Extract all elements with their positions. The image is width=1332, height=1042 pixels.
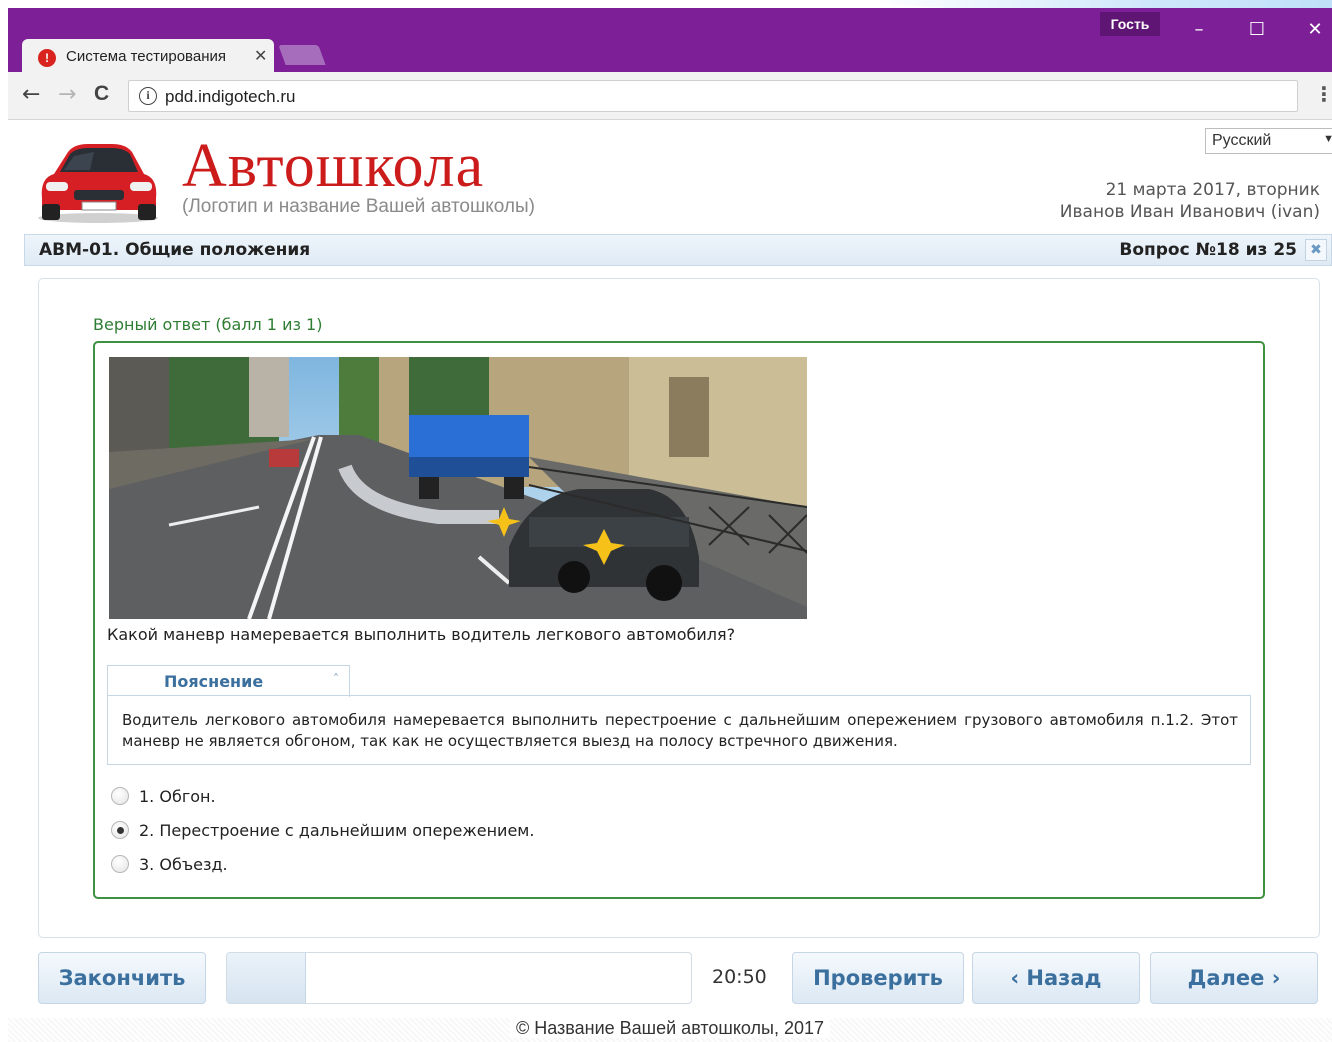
check-button[interactable]: Проверить (792, 952, 964, 1004)
answer-option-label: 3. Объезд. (139, 855, 228, 874)
site-info-icon[interactable]: i (139, 87, 157, 105)
radio-button-selected[interactable] (111, 820, 129, 839)
tab-close-icon[interactable]: ✕ (254, 46, 267, 65)
brand-title: Автошкола (182, 132, 485, 200)
car-logo-icon (38, 144, 158, 223)
close-test-icon[interactable]: ✖ (1305, 239, 1327, 261)
minimize-button[interactable]: – (1184, 18, 1214, 42)
dropdown-arrow-icon: ▼ (1323, 133, 1332, 145)
next-button[interactable]: Далее › (1150, 952, 1318, 1004)
finish-button[interactable]: Закончить (38, 952, 206, 1004)
current-date: 21 марта 2017, вторник (1105, 180, 1320, 200)
progress-bar (226, 952, 692, 1004)
answer-option-1[interactable]: 1. Обгон. (111, 786, 216, 807)
back-arrow-icon[interactable]: ← (22, 82, 40, 107)
question-text: Какой маневр намеревается выполнить води… (107, 625, 736, 644)
address-bar[interactable]: i pdd.indigotech.ru (128, 80, 1298, 112)
question-header-bar: АВМ-01. Общие положения Вопрос №18 из 25… (24, 234, 1332, 266)
maximize-button[interactable]: ☐ (1242, 18, 1272, 42)
forward-arrow-icon[interactable]: → (58, 82, 76, 107)
user-name: Иванов Иван Иванович (ivan) (1059, 202, 1320, 222)
answer-option-3[interactable]: 3. Объезд. (111, 854, 228, 875)
close-window-button[interactable]: ✕ (1300, 18, 1330, 42)
chevron-up-icon: ˄ (333, 672, 339, 686)
guest-profile-badge[interactable]: Гость (1100, 12, 1160, 36)
question-counter: Вопрос №18 из 25 (1119, 240, 1297, 260)
explanation-title: Пояснение (164, 672, 264, 691)
explanation-text: Водитель легкового автомобиля намеревает… (122, 711, 1238, 750)
answer-option-label: 1. Обгон. (139, 787, 216, 806)
language-value: Русский (1212, 132, 1272, 149)
tab-title: Система тестирования (66, 48, 226, 65)
result-status: Верный ответ (балл 1 из 1) (93, 315, 323, 334)
answer-option-label: 2. Перестроение с дальнейшим опережением… (139, 821, 535, 840)
new-tab-button[interactable] (278, 45, 326, 65)
browser-toolbar: ← → C i pdd.indigotech.ru ⋮ (8, 72, 1332, 120)
back-button[interactable]: ‹ Назад (972, 952, 1140, 1004)
answer-box: Какой маневр намеревается выполнить води… (93, 341, 1265, 899)
warning-icon: ! (38, 49, 56, 67)
explanation-body: Водитель легкового автомобиля намеревает… (107, 695, 1251, 765)
timer: 20:50 (712, 966, 767, 988)
question-panel: Верный ответ (балл 1 из 1) Какой маневр … (38, 278, 1320, 938)
brand-subtitle: (Логотип и название Вашей автошколы) (182, 196, 535, 217)
answer-option-2[interactable]: 2. Перестроение с дальнейшим опережением… (111, 820, 535, 841)
browser-menu-icon[interactable]: ⋮ (1314, 82, 1332, 106)
traffic-scene-image (109, 357, 807, 619)
browser-tab[interactable]: ! Система тестирования ✕ (22, 39, 274, 73)
footer-copyright: © Название Вашей автошколы, 2017 (509, 1018, 831, 1038)
browser-window: ! Система тестирования ✕ Гость – ☐ ✕ ← →… (8, 8, 1332, 1042)
reload-icon[interactable]: C (94, 82, 109, 106)
footer: © Название Вашей автошколы, 2017 (8, 1018, 1332, 1042)
radio-button[interactable] (111, 854, 129, 873)
explanation-toggle[interactable]: Пояснение ˄ (107, 665, 350, 697)
section-title: АВМ-01. Общие положения (39, 240, 311, 260)
progress-fill (227, 953, 306, 1003)
page: Автошкола (Логотип и название Вашей авто… (8, 120, 1332, 1042)
radio-button[interactable] (111, 786, 129, 805)
language-select[interactable]: Русский ▼ (1205, 128, 1332, 154)
url-text: pdd.indigotech.ru (165, 87, 296, 106)
browser-titlebar: ! Система тестирования ✕ Гость – ☐ ✕ (8, 8, 1332, 73)
